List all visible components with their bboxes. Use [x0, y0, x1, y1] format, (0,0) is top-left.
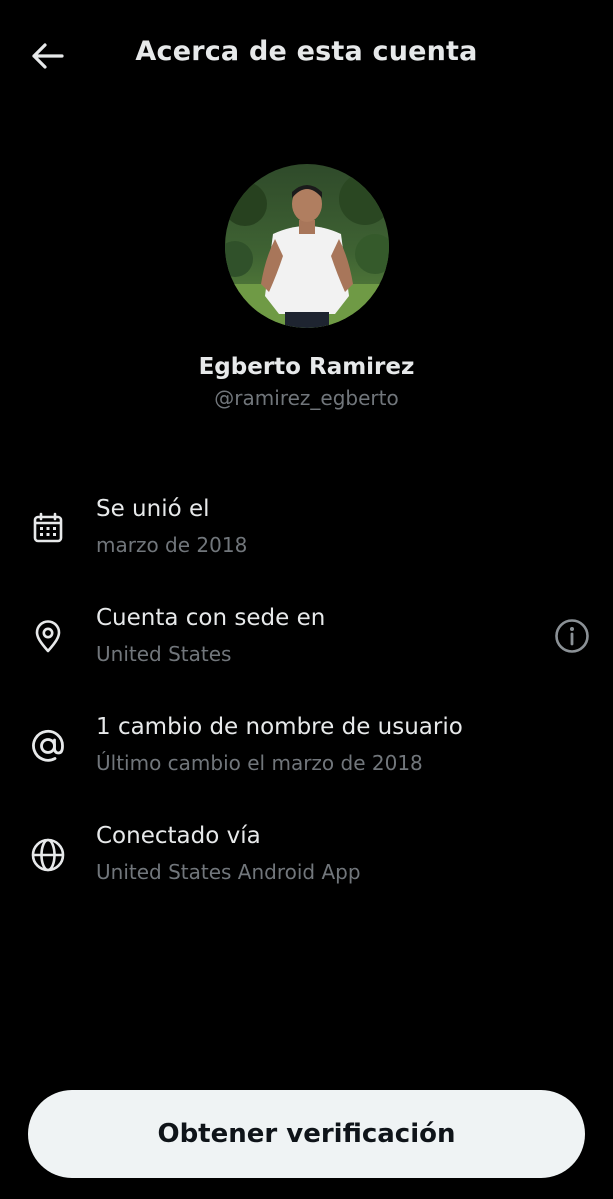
calendar-icon — [26, 506, 70, 550]
list-item-connected-via: Conectado vía United States Android App — [0, 817, 613, 926]
top-bar: Acerca de esta cuenta — [0, 0, 613, 110]
info-title: Cuenta con sede en — [96, 605, 326, 631]
avatar[interactable] — [225, 164, 389, 328]
info-title: Se unió el — [96, 496, 210, 522]
username-handle: @ramirez_egberto — [214, 386, 399, 410]
page-title: Acerca de esta cuenta — [135, 36, 478, 67]
get-verified-button[interactable]: Obtener verificación — [28, 1090, 585, 1178]
info-subtitle: United States Android App — [96, 860, 361, 884]
list-item-username-changes: 1 cambio de nombre de usuario Último cam… — [0, 708, 613, 817]
location-pin-icon — [26, 615, 70, 659]
info-title: Conectado vía — [96, 823, 261, 849]
info-title: 1 cambio de nombre de usuario — [96, 714, 463, 740]
display-name: Egberto Ramirez — [198, 354, 415, 380]
list-item-joined: Se unió el marzo de 2018 — [0, 490, 613, 599]
profile-photo — [225, 164, 389, 328]
info-icon — [555, 619, 589, 653]
list-item-location: Cuenta con sede en United States — [0, 599, 613, 708]
info-subtitle: United States — [96, 642, 232, 666]
globe-icon — [26, 833, 70, 877]
at-sign-icon — [26, 724, 70, 768]
location-info-button[interactable] — [550, 614, 594, 658]
account-info-list: Se unió el marzo de 2018 Cuenta con sede… — [0, 490, 613, 926]
info-subtitle: marzo de 2018 — [96, 533, 248, 557]
info-subtitle: Último cambio el marzo de 2018 — [96, 751, 423, 775]
